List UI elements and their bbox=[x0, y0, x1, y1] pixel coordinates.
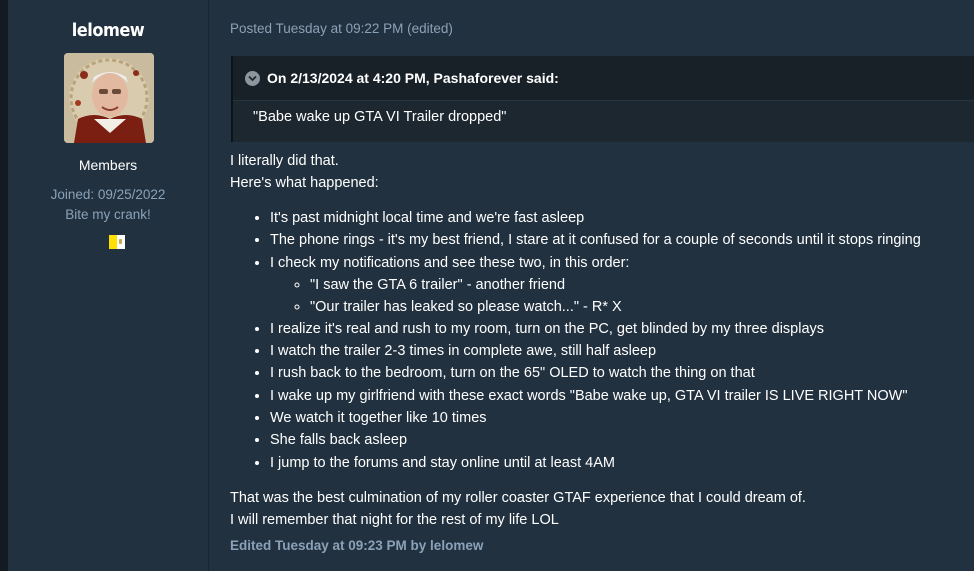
author-panel: lelomew Members Joined: 09/25/2022 Bite … bbox=[8, 0, 209, 571]
flag-stripe bbox=[117, 235, 125, 249]
post-paragraph: Here's what happened: bbox=[230, 175, 379, 191]
list-item-text: I check my notifications and see these t… bbox=[270, 254, 630, 271]
flag-stripe bbox=[109, 235, 117, 249]
user-tagline: Bite my crank! bbox=[65, 207, 151, 222]
quote-header[interactable]: On 2/13/2024 at 4:20 PM, Pashaforever sa… bbox=[233, 56, 974, 101]
sub-list-item: "Our trailer has leaked so please watch.… bbox=[310, 296, 974, 318]
post-paragraph: I literally did that. bbox=[230, 153, 339, 169]
chevron-down-icon[interactable] bbox=[245, 71, 260, 86]
edited-note: Edited Tuesday at 09:23 PM by lelomew bbox=[230, 538, 484, 553]
list-item: The phone rings - it's my best friend, I… bbox=[270, 229, 974, 251]
list-item: We watch it together like 10 times bbox=[270, 407, 974, 429]
list-item: It's past midnight local time and we're … bbox=[270, 207, 974, 229]
post-paragraph: I will remember that night for the rest … bbox=[230, 511, 559, 528]
list-item: I jump to the forums and stay online unt… bbox=[270, 452, 974, 474]
forum-post: lelomew Members Joined: 09/25/2022 Bite … bbox=[0, 0, 974, 571]
vatican-flag-icon bbox=[109, 235, 125, 249]
sub-list: "I saw the GTA 6 trailer" - another frie… bbox=[270, 274, 974, 318]
post-meta[interactable]: Posted Tuesday at 09:22 PM (edited) bbox=[230, 21, 453, 36]
avatar[interactable] bbox=[64, 53, 154, 143]
post-content: Posted Tuesday at 09:22 PM (edited) On 2… bbox=[209, 0, 974, 571]
post-body: I literally did that. Here's what happen… bbox=[230, 150, 974, 531]
quote-text: "Babe wake up GTA VI Trailer dropped" bbox=[253, 109, 507, 125]
list-item: I watch the trailer 2-3 times in complet… bbox=[270, 340, 974, 362]
list-item: I realize it's real and rush to my room,… bbox=[270, 318, 974, 340]
author-username[interactable]: lelomew bbox=[8, 20, 208, 41]
bullet-list: It's past midnight local time and we're … bbox=[230, 207, 974, 474]
list-item: I wake up my girlfriend with these exact… bbox=[270, 385, 974, 407]
quote-block: On 2/13/2024 at 4:20 PM, Pashaforever sa… bbox=[231, 56, 974, 142]
quote-citation: On 2/13/2024 at 4:20 PM, Pashaforever sa… bbox=[267, 70, 559, 86]
list-item: I rush back to the bedroom, turn on the … bbox=[270, 362, 974, 384]
post-paragraph: That was the best culmination of my roll… bbox=[230, 489, 806, 506]
avatar-image bbox=[64, 53, 154, 143]
joined-date: Joined: 09/25/2022 bbox=[50, 187, 166, 202]
sub-list-item: "I saw the GTA 6 trailer" - another frie… bbox=[310, 274, 974, 296]
list-item: She falls back asleep bbox=[270, 429, 974, 451]
user-group: Members bbox=[78, 157, 138, 173]
list-item: I check my notifications and see these t… bbox=[270, 252, 974, 318]
